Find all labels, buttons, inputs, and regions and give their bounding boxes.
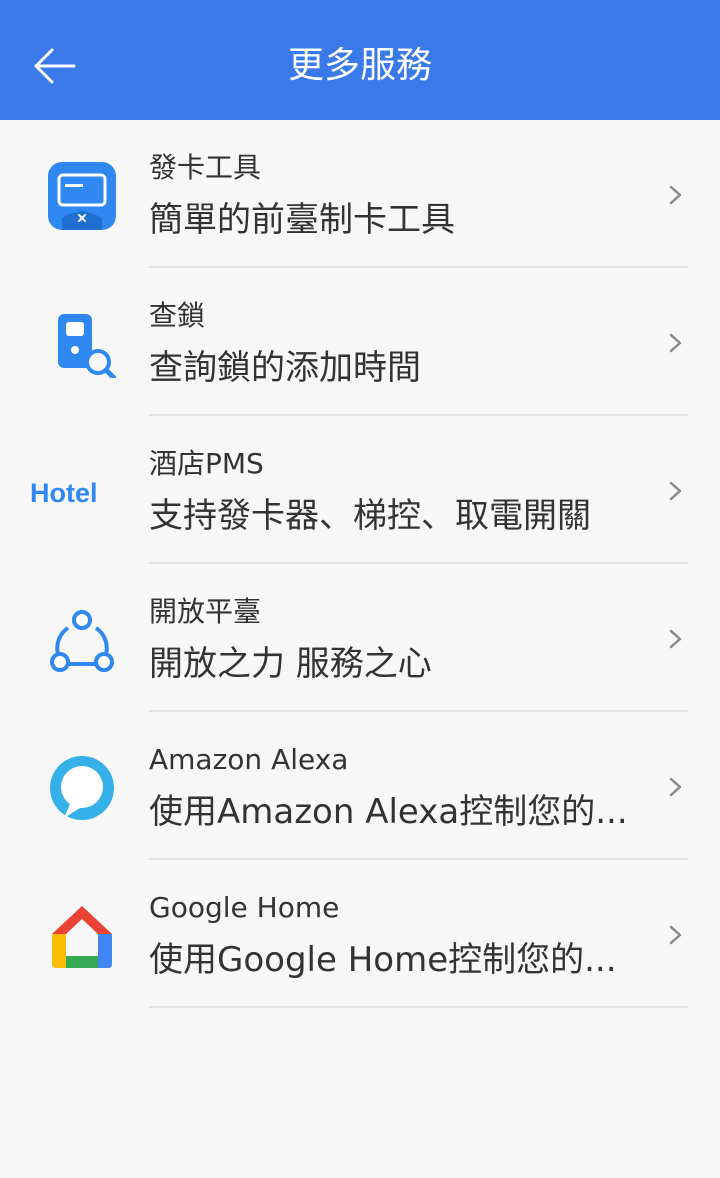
hotel-logo-icon: Hotel — [30, 454, 120, 530]
card-tool-icon — [44, 158, 120, 234]
page-title: 更多服務 — [287, 45, 432, 86]
service-description: 查詢鎖的添加時間 — [149, 348, 421, 388]
svg-text:Hotel: Hotel — [30, 478, 98, 508]
service-title: 開放平臺 — [149, 595, 262, 628]
service-description: 使用Amazon Alexa控制您的... — [149, 792, 628, 832]
service-item-amazon-alexa[interactable]: Amazon Alexa 使用Amazon Alexa控制您的... — [0, 712, 720, 860]
service-title: 查鎖 — [149, 299, 206, 332]
app-header: 更多服務 — [0, 0, 720, 120]
service-description: 支持發卡器、梯控、取電開關 — [149, 496, 591, 536]
chevron-right-icon — [669, 629, 682, 649]
service-description: 開放之力 服務之心 — [149, 644, 432, 684]
service-title: Amazon Alexa — [149, 743, 349, 776]
service-item-google-home[interactable]: Google Home 使用Google Home控制您的... — [0, 860, 720, 1008]
service-item-card-tool[interactable]: 發卡工具 簡單的前臺制卡工具 — [0, 120, 720, 268]
service-item-open-platform[interactable]: 開放平臺 開放之力 服務之心 — [0, 564, 720, 712]
chevron-right-icon — [669, 185, 682, 205]
services-list: 發卡工具 簡單的前臺制卡工具 查鎖 查詢鎖的添加時間 Hotel 酒店PMS 支… — [0, 120, 720, 1008]
google-home-icon — [44, 898, 120, 974]
service-title: Google Home — [149, 891, 340, 924]
service-item-hotel-pms[interactable]: Hotel 酒店PMS 支持發卡器、梯控、取電開關 — [0, 416, 720, 564]
divider — [149, 1006, 688, 1008]
open-platform-icon — [44, 602, 120, 678]
alexa-icon — [44, 750, 120, 826]
service-item-lock-query[interactable]: 查鎖 查詢鎖的添加時間 — [0, 268, 720, 416]
chevron-right-icon — [669, 925, 682, 945]
service-title: 酒店PMS — [149, 447, 264, 480]
service-description: 簡單的前臺制卡工具 — [149, 200, 455, 240]
service-description: 使用Google Home控制您的... — [149, 940, 617, 980]
chevron-right-icon — [669, 777, 682, 797]
chevron-right-icon — [669, 481, 682, 501]
chevron-right-icon — [669, 333, 682, 353]
service-title: 發卡工具 — [149, 151, 262, 184]
lock-search-icon — [44, 306, 120, 382]
